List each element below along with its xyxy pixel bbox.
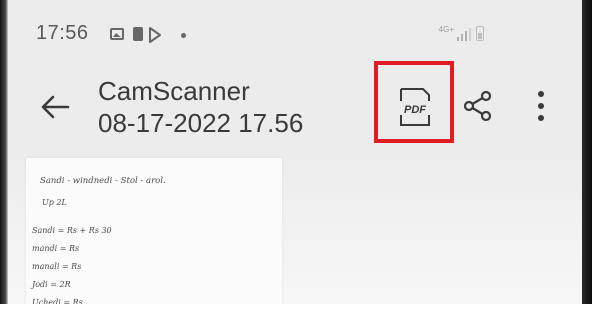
signal-icon: [457, 28, 471, 41]
network-4g-icon: 4G+: [438, 25, 454, 34]
phone-bezel-left: [0, 0, 8, 310]
screenshot-bottom-edge: [0, 304, 592, 310]
status-bar: 17:56 4G+: [36, 20, 562, 50]
handwritten-line: Jodi = 2R: [32, 280, 71, 289]
pdf-icon-label: PDF: [404, 104, 426, 116]
handwritten-line: Sandi = Rs + Rs 30: [32, 226, 112, 235]
status-time: 17:56: [36, 22, 89, 44]
share-icon[interactable]: [462, 90, 494, 122]
gallery-icon: [110, 28, 124, 40]
document-page-thumbnail[interactable]: Sandi - windnedi - Stol - arol. Up 2L Sa…: [26, 158, 282, 310]
phone-screen: 17:56 4G+ CamScanner 08-17-2022 17.56 PD…: [0, 0, 592, 310]
document-subtitle: 08-17-2022 17.56: [98, 108, 304, 138]
back-arrow-icon[interactable]: [38, 90, 72, 124]
document-title: CamScanner: [98, 76, 250, 106]
handwritten-line: Sandi - windnedi - Stol - arol.: [40, 176, 166, 186]
phone-bezel-right: [582, 0, 592, 310]
handwritten-line: manali = Rs: [32, 262, 82, 271]
more-vert-icon[interactable]: [530, 88, 552, 124]
document-title-block[interactable]: CamScanner 08-17-2022 17.56: [98, 76, 303, 138]
play-store-icon: [149, 27, 161, 43]
battery-saver-icon: [133, 27, 143, 41]
handwritten-line: Up 2L: [42, 198, 67, 207]
pdf-icon[interactable]: PDF: [393, 85, 437, 129]
handwritten-line: mandi = Rs: [32, 244, 80, 253]
battery-icon: [476, 26, 484, 41]
notification-dot-icon: [181, 33, 186, 38]
